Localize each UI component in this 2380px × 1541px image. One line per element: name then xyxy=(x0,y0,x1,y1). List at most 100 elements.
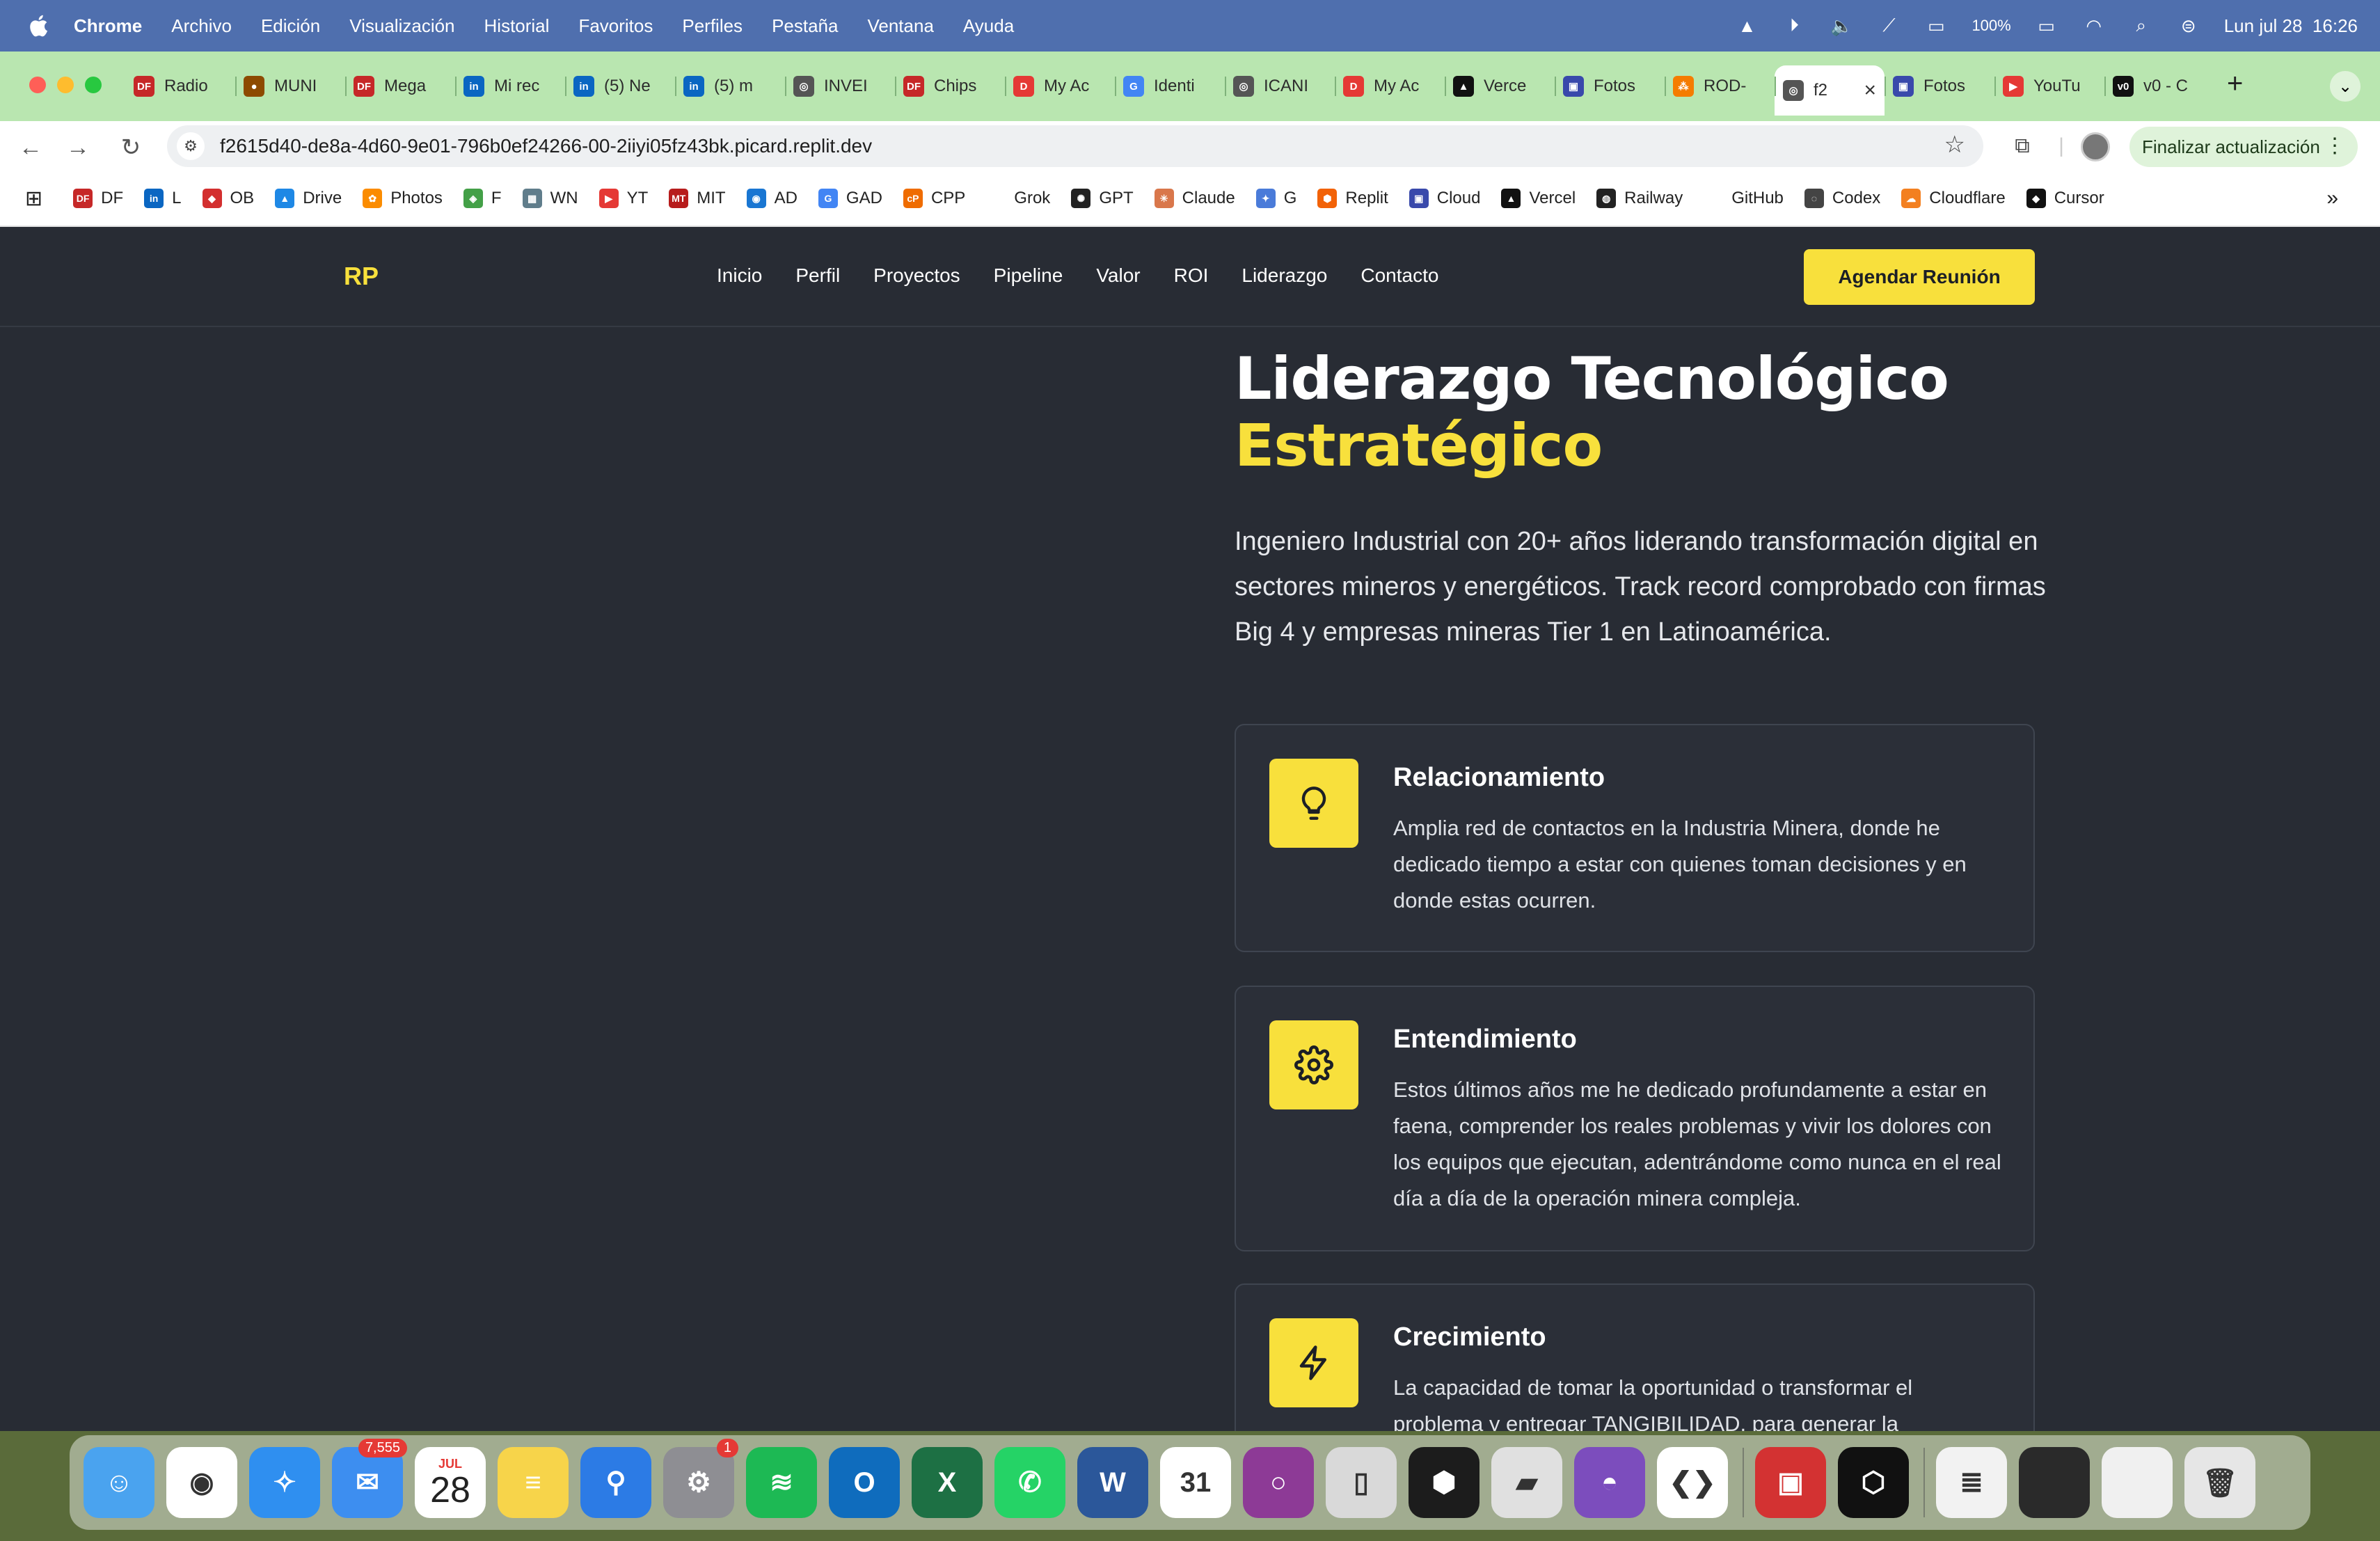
bookmark-item[interactable]: ◆ Cursor xyxy=(2026,189,2104,208)
tab-search-button[interactable]: ⌄ xyxy=(2330,71,2361,102)
menu-favoritos[interactable]: Favoritos xyxy=(578,15,653,37)
tab[interactable]: ◎ INVEI xyxy=(785,65,895,107)
nav-roi[interactable]: ROI xyxy=(1174,264,1209,287)
more-bookmarks-icon[interactable]: » xyxy=(2326,187,2338,210)
dock-screen-recorder-icon[interactable]: ○ xyxy=(1243,1447,1314,1518)
dock-word-icon[interactable]: W xyxy=(1077,1447,1148,1518)
tab[interactable]: ▣ Fotos xyxy=(1885,65,1994,107)
tab[interactable]: in (5) m xyxy=(675,65,785,107)
bookmark-star-icon[interactable]: ☆ xyxy=(1944,131,1965,159)
forward-button[interactable]: → xyxy=(64,134,92,161)
bookmark-item[interactable]: ▦ WN xyxy=(522,189,578,208)
bookmark-item[interactable]: ⬢ Replit xyxy=(1317,189,1388,208)
menu-pestana[interactable]: Pestaña xyxy=(772,15,838,37)
media-play-icon[interactable]: ⏵ xyxy=(1782,15,1806,36)
dock-safari-icon[interactable]: ✧ xyxy=(249,1447,320,1518)
dock-notes-icon[interactable]: ≡ xyxy=(498,1447,569,1518)
bookmark-item[interactable]: in L xyxy=(144,189,182,208)
dock-codex-icon[interactable]: ⬡ xyxy=(1838,1447,1909,1518)
bookmark-item[interactable]: ✳ Claude xyxy=(1154,189,1235,208)
window-close-button[interactable] xyxy=(29,77,46,93)
bookmark-item[interactable]: GitHub xyxy=(1704,189,1784,208)
new-tab-button[interactable]: + xyxy=(2227,68,2243,100)
dock-outlook-icon[interactable]: O xyxy=(829,1447,900,1518)
finish-update-button[interactable]: Finalizar actualización ⋮ xyxy=(2129,127,2358,167)
address-bar[interactable]: ⚙ f2615d40-de8a-4d60-9e01-796b0ef24266-0… xyxy=(167,125,1983,167)
wifi-icon[interactable]: ◠ xyxy=(2082,15,2106,36)
bookmark-item[interactable]: ◈ F xyxy=(463,189,502,208)
dock-spotify-icon[interactable]: ≋ xyxy=(746,1447,817,1518)
nav-liderazgo[interactable]: Liderazgo xyxy=(1241,264,1327,287)
menu-app-name[interactable]: Chrome xyxy=(74,15,142,37)
pen-icon[interactable]: ⟋ xyxy=(1877,15,1901,36)
bookmark-item[interactable]: DF DF xyxy=(73,189,123,208)
dock-zip-file-icon[interactable]: ≣ xyxy=(1936,1447,2007,1518)
dock-replit-icon[interactable]: ⬢ xyxy=(1409,1447,1479,1518)
dock-keynote-icon[interactable]: ⚲ xyxy=(580,1447,651,1518)
bookmark-item[interactable]: MT MIT xyxy=(669,189,726,208)
dock-vscode-icon[interactable]: ❮❯ xyxy=(1657,1447,1728,1518)
tab[interactable]: DF Radio xyxy=(125,65,235,107)
window-minimize-button[interactable] xyxy=(57,77,74,93)
tab[interactable]: ⁂ ROD- xyxy=(1665,65,1775,107)
reload-button[interactable]: ↻ xyxy=(117,134,145,161)
tab[interactable]: ◎ ICANI xyxy=(1225,65,1335,107)
bookmark-item[interactable]: ◆ OB xyxy=(202,189,254,208)
dock-excel-icon[interactable]: X xyxy=(912,1447,983,1518)
menu-historial[interactable]: Historial xyxy=(484,15,550,37)
bookmark-item[interactable]: ✦ G xyxy=(1255,189,1296,208)
tab[interactable]: D My Ac xyxy=(1335,65,1445,107)
profile-avatar[interactable] xyxy=(2081,132,2110,161)
bookmark-item[interactable]: ☁ Cloudflare xyxy=(1901,189,2006,208)
dock-photo-booth-icon[interactable]: ▣ xyxy=(1755,1447,1826,1518)
tab[interactable]: D My Ac xyxy=(1005,65,1115,107)
apps-grid-icon[interactable]: ⊞ xyxy=(25,187,42,211)
tab[interactable]: ▣ Fotos xyxy=(1555,65,1665,107)
dock-whatsapp-icon[interactable]: ✆ xyxy=(994,1447,1065,1518)
spotlight-search-icon[interactable]: ⌕ xyxy=(2129,15,2153,36)
bookmark-item[interactable]: ◉ AD xyxy=(746,189,798,208)
bookmark-item[interactable]: cP CPP xyxy=(903,189,965,208)
window-zoom-button[interactable] xyxy=(85,77,102,93)
back-button[interactable]: ← xyxy=(17,134,45,161)
dock-system-settings-icon[interactable]: ⚙ 1 xyxy=(663,1439,738,1518)
site-info-icon[interactable]: ⚙ xyxy=(177,132,205,160)
dock-recent-window-1-icon[interactable] xyxy=(2019,1447,2090,1518)
bookmark-item[interactable]: ▲ Drive xyxy=(275,189,342,208)
bookmark-item[interactable]: ▲ Vercel xyxy=(1501,189,1576,208)
tab[interactable]: ▶ YouTu xyxy=(1994,65,2104,107)
nav-perfil[interactable]: Perfil xyxy=(795,264,840,287)
dock-calendar-icon[interactable]: JUL 28 xyxy=(415,1447,486,1518)
dock-mail-icon[interactable]: ✉ 7,555 xyxy=(332,1439,407,1518)
site-logo[interactable]: RP xyxy=(344,262,379,291)
bookmark-item[interactable]: ◌ Codex xyxy=(1804,189,1880,208)
tab[interactable]: in (5) Ne xyxy=(565,65,675,107)
control-center-icon[interactable]: ⊜ xyxy=(2177,15,2200,36)
tab-close-icon[interactable]: × xyxy=(1864,79,1876,102)
nav-pipeline[interactable]: Pipeline xyxy=(994,264,1063,287)
bookmark-item[interactable]: G GAD xyxy=(818,189,882,208)
nav-proyectos[interactable]: Proyectos xyxy=(873,264,960,287)
dock-recent-window-2-icon[interactable] xyxy=(2102,1447,2173,1518)
tab[interactable]: in Mi rec xyxy=(455,65,565,107)
bookmark-item[interactable]: ✺ GPT xyxy=(1071,189,1134,208)
tab[interactable]: ● MUNI xyxy=(235,65,345,107)
chrome-menu-icon[interactable]: ⋮ xyxy=(2324,134,2345,158)
bookmark-item[interactable]: ✿ Photos xyxy=(363,189,443,208)
apple-icon[interactable] xyxy=(26,13,53,39)
extensions-icon[interactable]: ⧉ xyxy=(2007,131,2038,161)
tab[interactable]: DF Mega xyxy=(345,65,455,107)
menu-ayuda[interactable]: Ayuda xyxy=(963,15,1014,37)
nav-contacto[interactable]: Contacto xyxy=(1360,264,1438,287)
schedule-meeting-button[interactable]: Agendar Reunión xyxy=(1804,249,2035,305)
dock-parallels-icon[interactable]: ▰ xyxy=(1491,1447,1562,1518)
dock-chrome-icon[interactable]: ◉ xyxy=(166,1447,237,1518)
nav-valor[interactable]: Valor xyxy=(1096,264,1140,287)
drive-status-icon[interactable]: ▲ xyxy=(1735,15,1759,36)
bookmark-item[interactable]: ▣ Cloud xyxy=(1409,189,1480,208)
dock-finder-icon[interactable]: ☺ xyxy=(84,1447,154,1518)
dock-trash-icon[interactable]: 🗑 xyxy=(2184,1447,2255,1518)
tab-active[interactable]: ◎ f2 × xyxy=(1775,65,1885,116)
menu-edicion[interactable]: Edición xyxy=(261,15,320,37)
dock-iphone-mirroring-icon[interactable]: ▯ xyxy=(1326,1447,1397,1518)
